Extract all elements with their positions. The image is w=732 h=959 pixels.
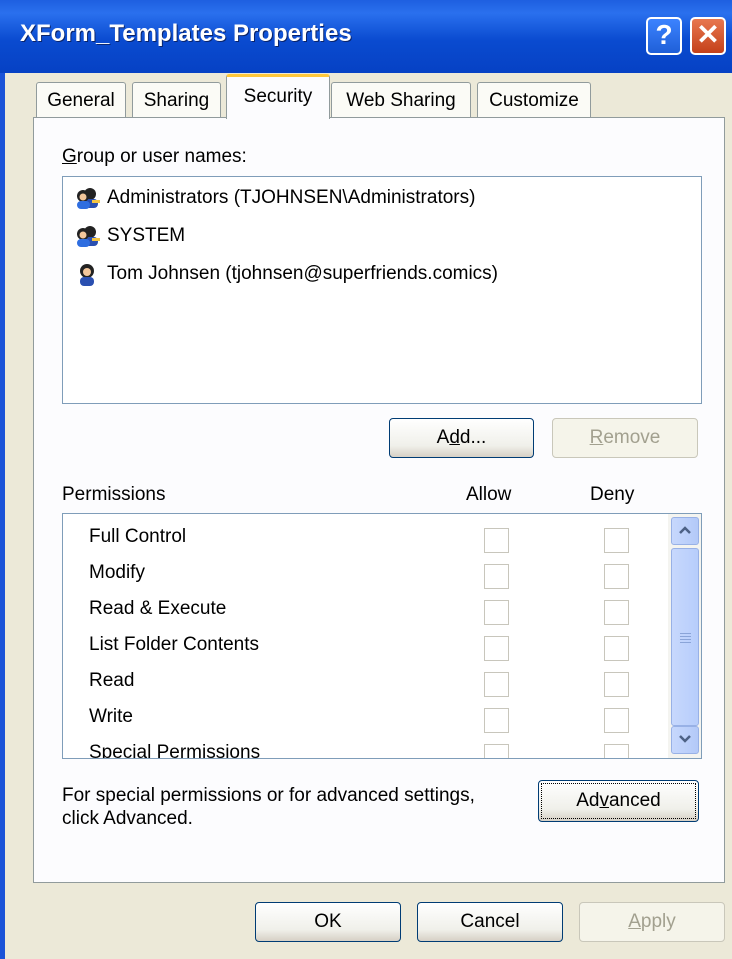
permission-row: Modify: [63, 558, 663, 592]
advanced-note: For special permissions or for advanced …: [62, 785, 475, 829]
ok-button[interactable]: OK: [255, 902, 401, 942]
group-users-icon: [75, 224, 101, 248]
list-item[interactable]: Tom Johnsen (tjohnsen@superfriends.comic…: [75, 259, 498, 289]
permission-name: Read: [89, 670, 135, 691]
scroll-thumb[interactable]: [671, 548, 699, 726]
permission-name: Write: [89, 706, 133, 727]
chevron-up-icon: [679, 526, 691, 534]
security-panel: Group or user names: Administrators (TJO…: [33, 117, 725, 883]
close-button[interactable]: ✕: [690, 17, 726, 55]
permissions-label: Permissions: [62, 484, 166, 505]
cancel-button[interactable]: Cancel: [417, 902, 563, 942]
list-item[interactable]: Administrators (TJOHNSEN\Administrators): [75, 183, 475, 213]
allow-checkbox[interactable]: [484, 528, 509, 553]
deny-checkbox[interactable]: [604, 564, 629, 589]
permissions-list[interactable]: Full Control Modify Read & Execute List …: [62, 513, 702, 759]
single-user-icon: [75, 262, 101, 286]
allow-checkbox[interactable]: [484, 744, 509, 758]
permissions-scrollbar[interactable]: [668, 514, 701, 758]
help-button[interactable]: ?: [646, 17, 682, 55]
allow-checkbox[interactable]: [484, 564, 509, 589]
deny-column-header: Deny: [590, 484, 635, 505]
permission-row: Special Permissions: [63, 738, 663, 759]
tab-customize[interactable]: Customize: [477, 82, 591, 118]
allow-checkbox[interactable]: [484, 636, 509, 661]
title-bar[interactable]: XForm_Templates Properties ? ✕: [0, 0, 732, 73]
list-item-label: Administrators (TJOHNSEN\Administrators): [107, 187, 476, 208]
permission-row: List Folder Contents: [63, 630, 663, 664]
properties-window: XForm_Templates Properties ? ✕ General S…: [0, 0, 732, 959]
deny-checkbox[interactable]: [604, 708, 629, 733]
permission-row: Read: [63, 666, 663, 700]
group-users-icon: [75, 186, 101, 210]
permission-name: Modify: [89, 562, 145, 583]
deny-checkbox[interactable]: [604, 600, 629, 625]
tab-sharing[interactable]: Sharing: [132, 82, 221, 118]
allow-checkbox[interactable]: [484, 708, 509, 733]
allow-checkbox[interactable]: [484, 672, 509, 697]
list-item-label: SYSTEM: [107, 225, 186, 246]
apply-button[interactable]: Apply: [579, 902, 725, 942]
deny-checkbox[interactable]: [604, 744, 629, 758]
permission-name: Full Control: [89, 526, 187, 547]
group-names-label: Group or user names:: [62, 146, 247, 167]
advanced-button[interactable]: Advanced: [538, 780, 699, 822]
deny-checkbox[interactable]: [604, 528, 629, 553]
permission-row: Read & Execute: [63, 594, 663, 628]
window-title: XForm_Templates Properties: [20, 20, 352, 47]
permission-name: List Folder Contents: [89, 634, 260, 655]
scroll-down-button[interactable]: [671, 726, 699, 754]
list-item[interactable]: SYSTEM: [75, 221, 185, 251]
remove-button[interactable]: Remove: [552, 418, 698, 458]
deny-checkbox[interactable]: [604, 672, 629, 697]
allow-column-header: Allow: [466, 484, 512, 505]
add-button[interactable]: Add...: [389, 418, 534, 458]
permission-row: Full Control: [63, 522, 663, 556]
permission-name: Special Permissions: [89, 742, 261, 759]
permission-name: Read & Execute: [89, 598, 227, 619]
group-user-list[interactable]: Administrators (TJOHNSEN\Administrators)…: [62, 176, 702, 404]
tab-general[interactable]: General: [36, 82, 126, 118]
list-item-label: Tom Johnsen (tjohnsen@superfriends.comic…: [107, 263, 499, 284]
scroll-up-button[interactable]: [671, 517, 699, 545]
allow-checkbox[interactable]: [484, 600, 509, 625]
tab-web-sharing[interactable]: Web Sharing: [331, 82, 471, 118]
chevron-down-icon: [679, 735, 691, 743]
tab-security[interactable]: Security: [226, 74, 330, 119]
permission-row: Write: [63, 702, 663, 736]
deny-checkbox[interactable]: [604, 636, 629, 661]
